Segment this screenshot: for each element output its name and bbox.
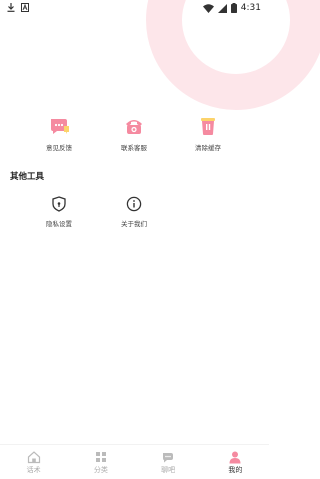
nav-item-category[interactable]: 分类 [67, 445, 134, 479]
home-icon [27, 451, 40, 464]
feedback-icon [51, 119, 69, 134]
chat-icon [163, 453, 174, 463]
tool-feedback-label: 意见反馈 [46, 144, 72, 152]
other-tools-title: 其他工具 [10, 172, 45, 182]
battery-icon [230, 3, 237, 13]
tool-privacy-settings-label: 隐私设置 [46, 220, 72, 228]
nav-item-mine[interactable]: 我的 [202, 445, 269, 479]
nav-item-scripts[interactable]: 话术 [0, 445, 67, 479]
bottom-nav: 话术 分类 聊吧 我的 [0, 444, 269, 479]
tool-contact-service[interactable]: 联系客服 [99, 115, 169, 152]
status-time: 4:31 [240, 3, 261, 13]
tool-feedback[interactable]: 意见反馈 [24, 115, 94, 152]
status-bar: 4:31 [0, 0, 269, 18]
nav-item-category-label: 分类 [93, 466, 108, 474]
shield-icon [52, 196, 66, 212]
trash-icon [201, 118, 215, 135]
user-icon [229, 451, 241, 464]
notification-a-icon [21, 3, 29, 12]
download-icon [7, 3, 15, 12]
info-icon [126, 196, 142, 212]
tool-contact-service-label: 联系客服 [121, 144, 147, 152]
nav-item-chat-label: 聊吧 [161, 466, 176, 474]
nav-item-chat[interactable]: 聊吧 [135, 445, 202, 479]
wifi-icon [202, 3, 214, 13]
tool-about-us-label: 关于我们 [121, 220, 147, 228]
tool-clear-cache[interactable]: 清除缓存 [173, 115, 243, 152]
phone-icon [126, 120, 142, 134]
tool-privacy-settings[interactable]: 隐私设置 [24, 196, 94, 228]
nav-item-mine-label: 我的 [228, 466, 243, 474]
grid-icon [95, 452, 106, 462]
signal-icon [217, 3, 227, 13]
nav-item-scripts-label: 话术 [26, 466, 41, 474]
tool-clear-cache-label: 清除缓存 [195, 144, 221, 152]
tool-about-us[interactable]: 关于我们 [99, 196, 169, 228]
